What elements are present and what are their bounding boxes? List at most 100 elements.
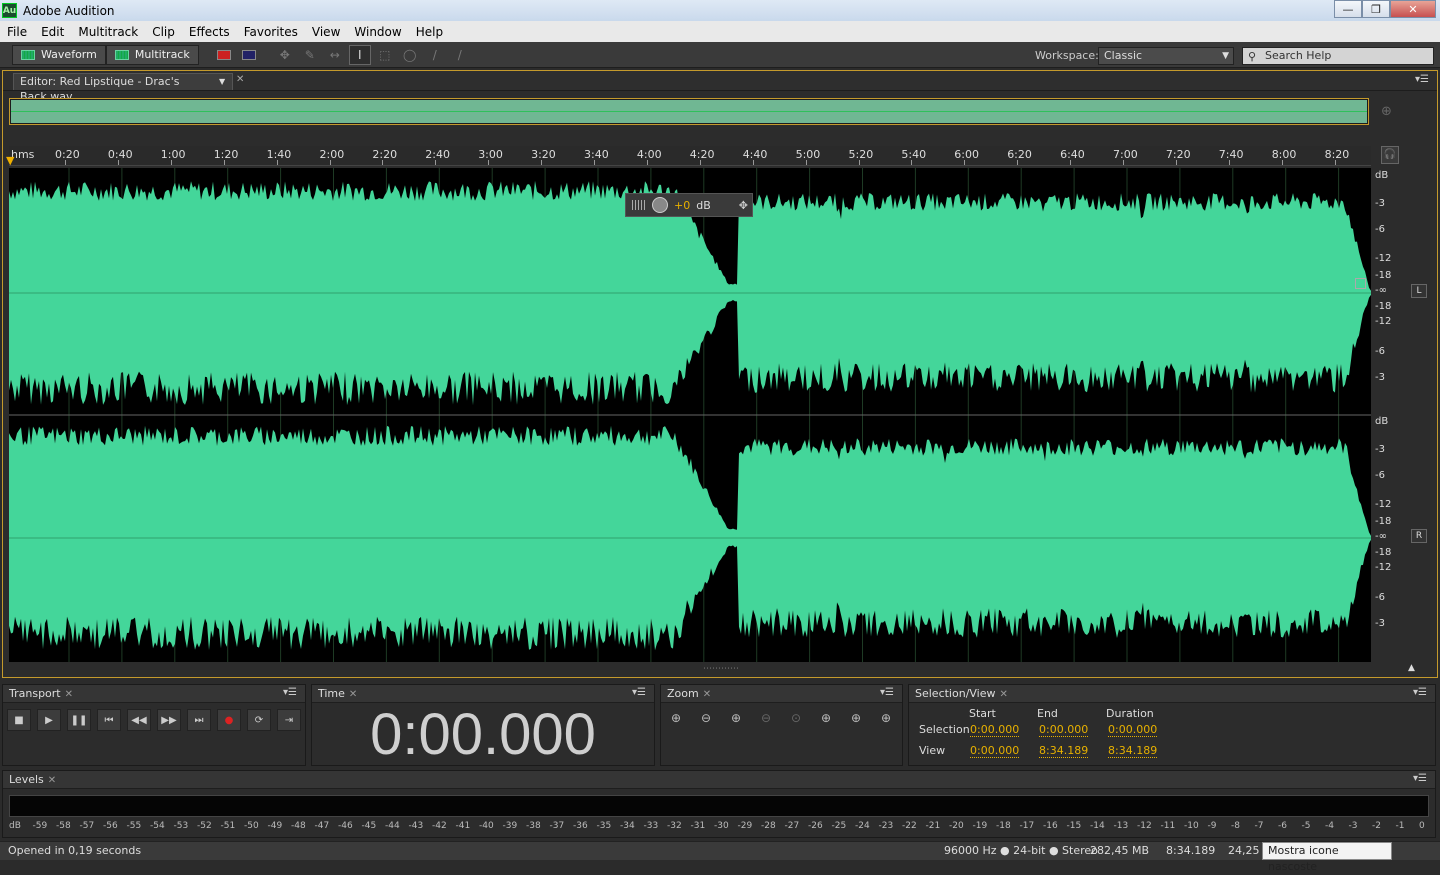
panel-menu-icon[interactable]: ▾☰ <box>1413 773 1427 784</box>
ruler-tick-mark <box>805 160 807 165</box>
rewind-button[interactable]: ◀◀ <box>127 709 151 731</box>
zoom-out-full-icon[interactable]: ⊙ <box>785 711 807 731</box>
marquee-tool-icon[interactable]: ⬚ <box>374 45 396 65</box>
level-scale-label: -34 <box>620 821 635 831</box>
close-panel-icon[interactable]: ✕ <box>1000 689 1008 700</box>
move-to-start-button[interactable]: ⏮ <box>97 709 121 731</box>
channel-right-button[interactable]: R <box>1411 529 1427 543</box>
time-panel: Time ✕ ▾☰ 0:00.000 <box>311 684 655 767</box>
volume-knob[interactable] <box>652 197 668 213</box>
workspace-select[interactable]: Classic ▼ <box>1098 47 1234 65</box>
pin-icon[interactable]: ✥ <box>739 199 748 212</box>
spot-healing-tool-icon[interactable]: / <box>449 45 471 65</box>
ruler-tick-mark <box>541 160 543 165</box>
ruler-tick-mark <box>488 160 490 165</box>
fast-forward-button[interactable]: ▶▶ <box>157 709 181 731</box>
pause-button[interactable]: ❚❚ <box>67 709 91 731</box>
zoom-out-time-icon[interactable]: ⊖ <box>755 711 777 731</box>
show-spectral-icon[interactable] <box>213 45 235 65</box>
level-scale-label: -11 <box>1160 821 1176 831</box>
time-ruler[interactable]: hms 0:20 0:40 1:00 1:20 1:40 2:00 2:20 2:40 3:00… <box>9 146 1371 166</box>
view-end-field[interactable]: 8:34.189 <box>1039 744 1089 758</box>
db-label: -∞ <box>1375 531 1387 542</box>
view-start-field[interactable]: 0:00.000 <box>970 744 1020 758</box>
selection-start-field[interactable]: 0:00.000 <box>970 723 1020 737</box>
menu-favorites[interactable]: Favorites <box>237 25 305 39</box>
play-button[interactable]: ▶ <box>37 709 61 731</box>
search-help-input[interactable]: ⚲ Search Help <box>1242 47 1434 65</box>
level-scale-label: -28 <box>761 821 776 831</box>
zoom-to-selection-icon[interactable]: ⊕ <box>1381 104 1392 119</box>
headphones-icon[interactable]: 🎧 <box>1381 146 1399 164</box>
vertical-resize-handle[interactable]: ⋯⋯⋯⋯ <box>703 664 739 674</box>
minimize-button[interactable]: — <box>1334 0 1362 18</box>
view-duration-field[interactable]: 8:34.189 <box>1108 744 1158 758</box>
zoom-in-time-icon[interactable]: ⊕ <box>725 711 747 731</box>
editor-tab[interactable]: Editor: Red Lipstique - Drac's Back.wav … <box>13 73 233 103</box>
menu-edit[interactable]: Edit <box>34 25 71 39</box>
overview-navigator[interactable] <box>9 98 1369 125</box>
menu-window[interactable]: Window <box>347 25 408 39</box>
time-selection-tool-icon[interactable]: I <box>348 44 371 65</box>
waveform-display[interactable] <box>9 168 1371 662</box>
zoom-in-amplitude-icon[interactable]: ⊕ <box>665 711 687 731</box>
menu-help[interactable]: Help <box>409 25 450 39</box>
time-title: Time <box>318 687 345 700</box>
ruler-tick-label: 8:00 <box>1271 148 1297 161</box>
close-button[interactable]: ✕ <box>1390 0 1436 18</box>
close-panel-icon[interactable]: ✕ <box>48 775 56 786</box>
zoom-corner-icon[interactable] <box>1355 278 1366 289</box>
status-message: Opened in 0,19 seconds <box>8 844 142 857</box>
zoom-title: Zoom <box>667 687 699 700</box>
amplitude-hud[interactable]: +0 dB ✥ <box>625 193 753 217</box>
level-scale-label: -37 <box>549 821 565 831</box>
brush-tool-icon[interactable]: / <box>424 45 446 65</box>
zoom-selection-icon[interactable]: ⊕ <box>815 711 837 731</box>
move-tool-icon[interactable]: ✥ <box>274 45 296 65</box>
waveform-mode-button[interactable]: Waveform <box>12 44 106 65</box>
panel-menu-icon[interactable]: ▾☰ <box>880 687 894 698</box>
menu-multitrack[interactable]: Multitrack <box>71 25 145 39</box>
skip-selection-button[interactable]: ⇥ <box>277 709 301 731</box>
ruler-tick-label: 4:40 <box>742 148 768 161</box>
loop-playback-button[interactable]: ⟳ <box>247 709 271 731</box>
razor-tool-icon[interactable]: ✎ <box>299 45 321 65</box>
menu-file[interactable]: File <box>0 25 34 39</box>
selection-end-field[interactable]: 0:00.000 <box>1039 723 1089 737</box>
title-bar: Au Adobe Audition — ❐ ✕ <box>0 0 1440 21</box>
zoom-out-amplitude-icon[interactable]: ⊖ <box>695 711 717 731</box>
channel-left-button[interactable]: L <box>1411 284 1427 298</box>
chevron-down-icon[interactable]: ▼ <box>219 74 225 89</box>
zoom-in-right-icon[interactable]: ⊕ <box>875 711 897 731</box>
menu-clip[interactable]: Clip <box>145 25 182 39</box>
stop-button[interactable]: ■ <box>7 709 31 731</box>
close-panel-icon[interactable]: ✕ <box>703 689 711 700</box>
db-label: -6 <box>1375 470 1385 481</box>
menu-view[interactable]: View <box>305 25 347 39</box>
lasso-tool-icon[interactable]: ◯ <box>399 45 421 65</box>
move-to-end-button[interactable]: ⏭ <box>187 709 211 731</box>
level-scale-label: -45 <box>361 821 377 831</box>
scroll-up-icon[interactable]: ▲ <box>1408 663 1415 673</box>
level-scale-label: -35 <box>596 821 612 831</box>
menu-effects[interactable]: Effects <box>182 25 237 39</box>
show-spectral-frequency-icon[interactable] <box>238 45 260 65</box>
ruler-tick-label: 4:20 <box>689 148 715 161</box>
level-scale-label: -13 <box>1113 821 1129 831</box>
close-panel-icon[interactable]: ✕ <box>65 689 73 700</box>
level-scale-label: -52 <box>197 821 212 831</box>
record-button[interactable]: ● <box>217 709 241 731</box>
maximize-button[interactable]: ❐ <box>1362 0 1390 18</box>
panel-menu-icon[interactable]: ▾☰ <box>632 687 646 698</box>
close-panel-icon[interactable]: ✕ <box>349 689 357 700</box>
hud-gain-value[interactable]: +0 <box>674 199 690 212</box>
multitrack-mode-button[interactable]: Multitrack <box>105 44 199 65</box>
panel-menu-icon[interactable]: ▾☰ <box>1413 687 1427 698</box>
playhead-marker-icon[interactable]: ▼ <box>6 154 14 167</box>
panel-menu-icon[interactable]: ▾☰ <box>283 687 297 698</box>
selection-duration-field[interactable]: 0:00.000 <box>1108 723 1158 737</box>
zoom-in-left-icon[interactable]: ⊕ <box>845 711 867 731</box>
panel-menu-icon[interactable]: ▾☰ <box>1415 74 1429 85</box>
slip-tool-icon[interactable]: ↔ <box>324 45 346 65</box>
close-tab-icon[interactable]: ✕ <box>236 74 244 85</box>
